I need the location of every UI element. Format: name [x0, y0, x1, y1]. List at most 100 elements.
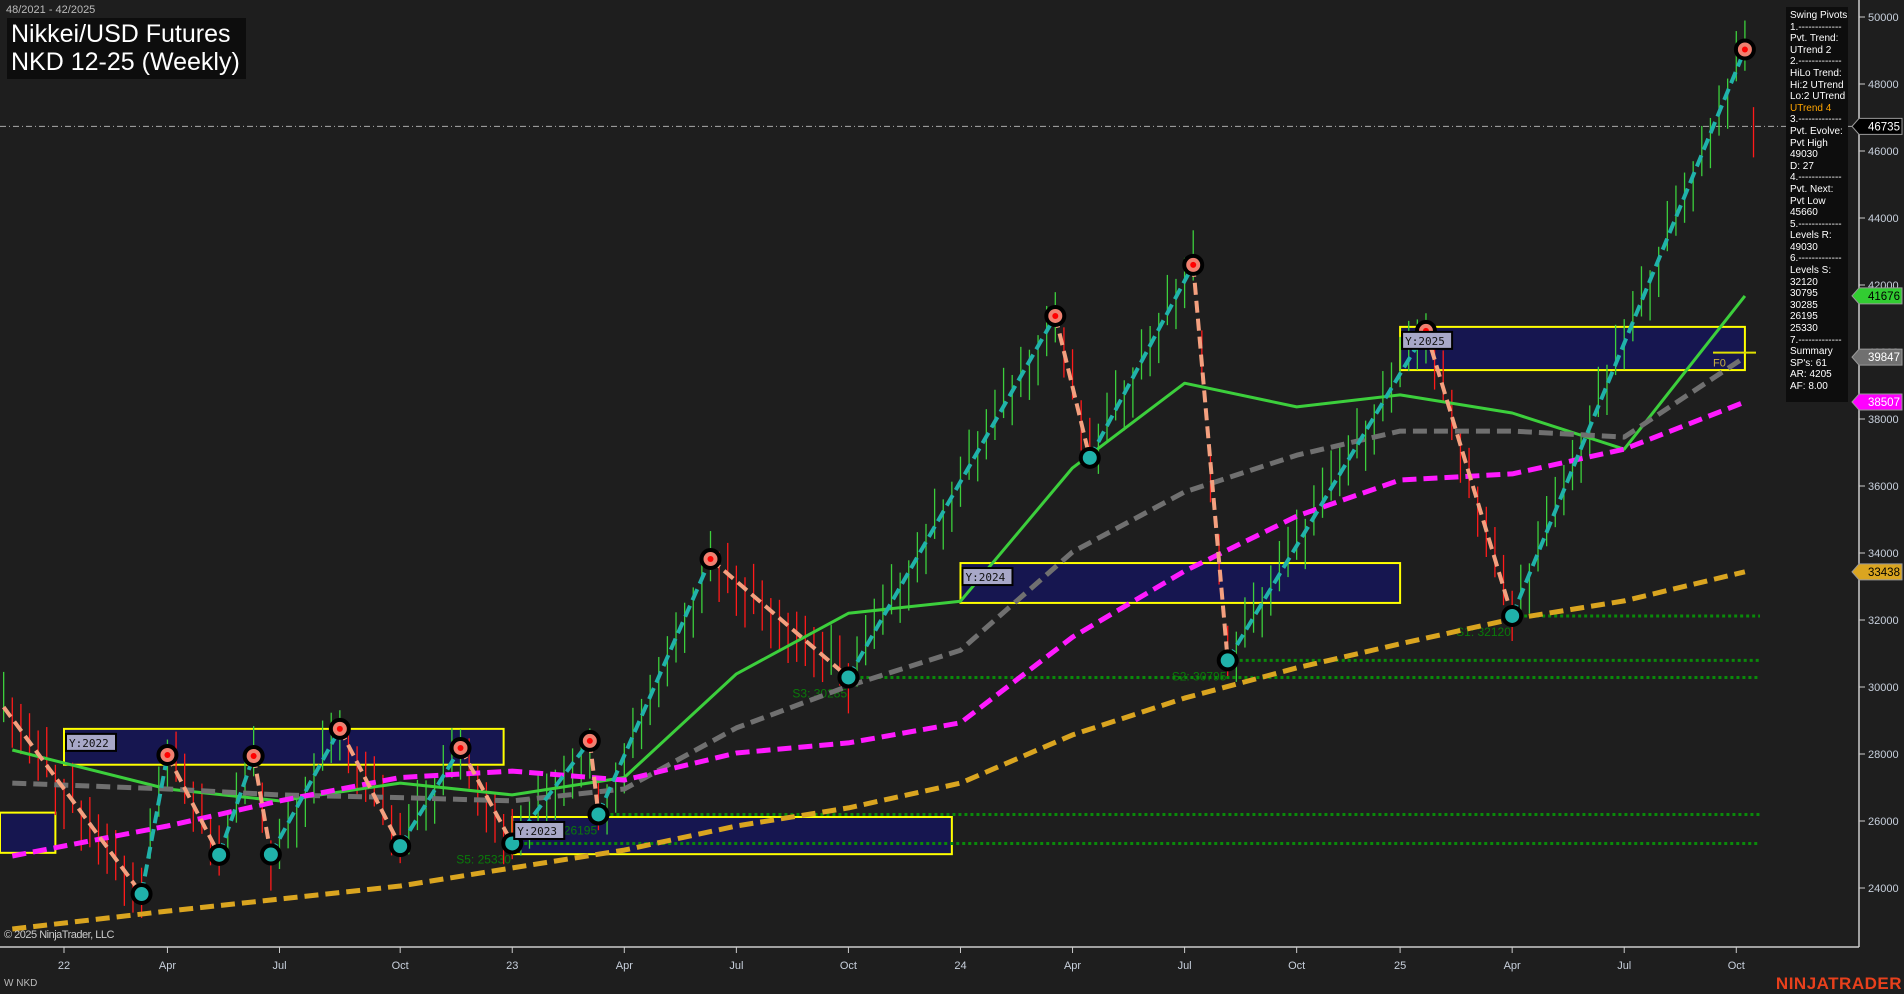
last-price-price-tag-label: 46735: [1868, 121, 1900, 133]
x-tick-label: Oct: [392, 960, 409, 972]
x-tick-label: Jul: [729, 960, 743, 972]
panel-line: Pvt. Next:: [1790, 183, 1834, 195]
swing-high-dot: [164, 752, 171, 759]
instrument-label: W NKD: [4, 978, 38, 989]
swing-high-dot: [707, 556, 714, 563]
x-tick-label: Oct: [1728, 960, 1745, 972]
y-tick-label: 26000: [1868, 816, 1899, 828]
green-ma-line: [11, 294, 1747, 803]
x-tick-label: Jul: [1178, 960, 1192, 972]
y-tick-label: 48000: [1868, 79, 1899, 91]
panel-line: 3.-------------: [1790, 114, 1842, 126]
year-box-label: Y:2025: [1405, 335, 1445, 348]
swing-low-marker: [1078, 446, 1101, 469]
panel-line: Pvt. Evolve:: [1790, 125, 1843, 137]
swing-high-dot: [1190, 261, 1197, 268]
panel-line: 30285: [1790, 299, 1818, 311]
panel-line: UTrend 2: [1790, 44, 1832, 56]
x-tick-label: Oct: [1288, 960, 1305, 972]
year-box: [0, 811, 57, 854]
y-tick-label: 32000: [1868, 615, 1899, 627]
y-tick-label: 30000: [1868, 682, 1899, 694]
year-box-label: Y:2023: [517, 825, 557, 838]
x-tick-label: 22: [58, 960, 70, 972]
panel-line: 30795: [1790, 288, 1818, 300]
panel-line: Swing Pivots: [1790, 10, 1848, 21]
swing-down-leg: [1053, 315, 1092, 459]
gold-ma-price-tag-label: 33438: [1868, 567, 1900, 579]
swing-low-marker: [259, 843, 282, 866]
swing-low-marker: [1501, 604, 1524, 627]
swing-up-leg: [846, 314, 1058, 679]
panel-line: D: 27: [1790, 160, 1814, 172]
panel-line: 2.-------------: [1790, 56, 1842, 68]
x-tick-label: Jul: [1617, 960, 1631, 972]
contract-period: NKD 12-25 (Weekly): [11, 48, 240, 76]
swing-down-leg: [165, 754, 221, 856]
swing-high-dot: [1741, 46, 1748, 53]
panel-line: SP's: 61: [1790, 357, 1827, 369]
swing-low-marker: [208, 843, 231, 866]
panel-line: 4.-------------: [1790, 172, 1842, 184]
chart-title: Nikkei/USD Futures NKD 12-25 (Weekly): [7, 18, 246, 79]
panel-line: Pvt High: [1790, 137, 1828, 149]
swing-high-dot: [586, 737, 593, 744]
support-level-label: S1: 32120: [1456, 625, 1511, 639]
year-box-label: Y:2024: [965, 571, 1005, 584]
y-tick-label: 36000: [1868, 481, 1899, 493]
panel-line: Levels R:: [1790, 230, 1832, 242]
panel-line: Pvt. Trend:: [1790, 33, 1839, 45]
y-tick-label: 38000: [1868, 414, 1899, 426]
panel-line: Levels S:: [1790, 265, 1832, 277]
panel-line: AR: 4205: [1790, 369, 1832, 381]
swing-low-marker: [837, 666, 860, 689]
swing-high-dot: [457, 744, 464, 751]
year-box-label: Y:2022: [69, 737, 109, 750]
gray-ma-price-tag-label: 39847: [1868, 352, 1900, 364]
x-tick-label: 24: [954, 960, 966, 972]
f0-label: F0: [1713, 358, 1726, 370]
y-tick-label: 24000: [1868, 883, 1899, 895]
price-chart[interactable]: S1: 32120S2: 30795S3: 30285S4: 26195S5: …: [0, 0, 1904, 994]
ninjatrader-logo: NINJATRADER: [1775, 974, 1902, 993]
swing-low-marker: [389, 835, 412, 858]
panel-line: Pvt Low: [1790, 195, 1826, 207]
y-tick-label: 50000: [1868, 12, 1899, 24]
swing-low-marker: [1216, 649, 1239, 672]
date-range: 48/2021 - 42/2025: [6, 4, 96, 16]
panel-line: Hi:2 UTrend: [1790, 79, 1844, 91]
panel-line: Summary: [1790, 346, 1833, 358]
panel-line: UTrend 4: [1790, 102, 1832, 114]
panel-line: HiLo Trend:: [1790, 67, 1842, 79]
magenta-ma-price-tag-label: 38507: [1868, 397, 1900, 409]
swing-high-dot: [1052, 312, 1059, 319]
panel-line: Lo:2 UTrend: [1790, 91, 1846, 103]
y-tick-label: 44000: [1868, 213, 1899, 225]
panel-line: 1.-------------: [1790, 21, 1842, 33]
swing-low-marker: [130, 883, 153, 906]
instrument-name: Nikkei/USD Futures: [11, 20, 231, 48]
x-tick-label: 23: [506, 960, 518, 972]
panel-line: 49030: [1790, 241, 1818, 253]
copyright: © 2025 NinjaTrader, LLC: [4, 929, 114, 941]
swing-down-leg: [709, 557, 850, 679]
swing-high-dot: [336, 725, 343, 732]
panel-line: 32120: [1790, 276, 1818, 288]
swing-high-dot: [250, 753, 257, 760]
year-box: [959, 562, 1402, 604]
x-tick-label: Apr: [159, 960, 176, 972]
panel-line: 45660: [1790, 207, 1818, 219]
panel-line: 26195: [1790, 311, 1818, 323]
x-tick-label: Apr: [1504, 960, 1521, 972]
year-box: [63, 727, 505, 766]
swing-up-leg: [1088, 263, 1195, 459]
panel-line: 49030: [1790, 149, 1818, 161]
x-tick-label: Jul: [272, 960, 286, 972]
y-tick-label: 34000: [1868, 548, 1899, 560]
swing-up-leg: [1225, 329, 1428, 662]
x-tick-label: 25: [1394, 960, 1406, 972]
y-tick-label: 28000: [1868, 749, 1899, 761]
swing-up-leg: [596, 558, 713, 816]
panel-line: 25330: [1790, 323, 1818, 335]
x-tick-label: Oct: [840, 960, 857, 972]
